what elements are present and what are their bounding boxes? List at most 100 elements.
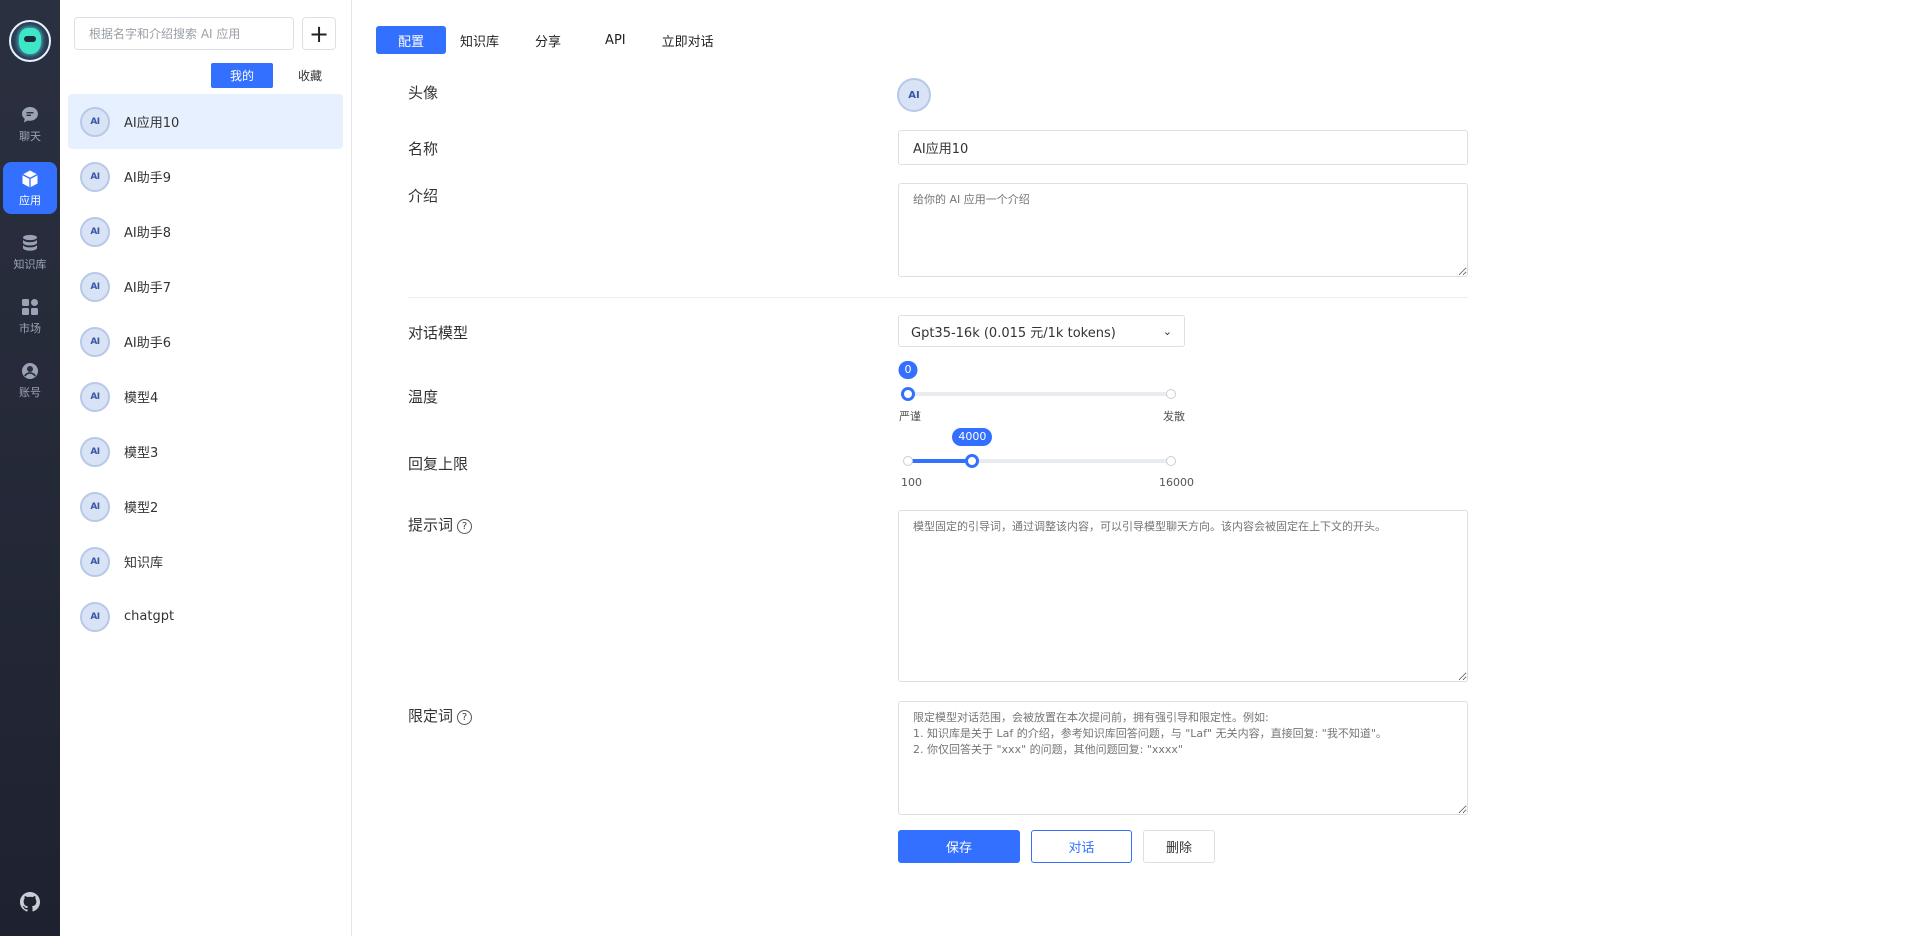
list-item[interactable]: AI 模型3 (68, 424, 343, 479)
model-label: 对话模型 (408, 324, 469, 342)
avatar: AI (80, 216, 110, 247)
avatar: AI (80, 491, 110, 522)
tab-mine[interactable]: 我的 (211, 63, 273, 88)
avatar: AI (80, 106, 110, 137)
app-name: chatgpt (124, 609, 175, 624)
database-icon (23, 234, 37, 251)
nav-label: 聊天 (19, 129, 41, 143)
divider (408, 297, 1468, 298)
app-name: AI助手8 (124, 226, 171, 241)
github-icon[interactable] (20, 892, 40, 912)
chat-icon (22, 106, 38, 122)
tab-share[interactable]: 分享 (513, 26, 583, 54)
slider-thumb[interactable] (901, 387, 915, 401)
avatar[interactable]: AI (897, 78, 931, 112)
app-logo[interactable] (9, 20, 51, 62)
app-name: AI助手7 (124, 281, 171, 296)
cube-icon (22, 170, 38, 187)
prompt-label-text: 提示词 (408, 516, 454, 534)
temperature-label: 温度 (408, 388, 439, 406)
nav-item-apps[interactable]: 应用 (3, 162, 57, 214)
list-filter-tabs: 我的 收藏 (60, 50, 351, 88)
avatar: AI (80, 601, 110, 632)
list-item[interactable]: AI 模型4 (68, 369, 343, 424)
list-item[interactable]: AI 模型2 (68, 479, 343, 534)
nav-label: 市场 (19, 321, 41, 335)
tab-api[interactable]: API (583, 26, 648, 54)
avatar-label: 头像 (408, 84, 439, 102)
app-name: 模型4 (124, 391, 159, 406)
chat-button[interactable]: 对话 (1031, 830, 1132, 863)
nav-item-chat[interactable]: 聊天 (3, 98, 57, 150)
model-value: Gpt35-16k (0.015 元/1k tokens) (911, 325, 1116, 341)
tab-knowledge[interactable]: 知识库 (446, 26, 513, 54)
config-panel: 配置 知识库 分享 API 立即对话 头像 AI 名称 介绍 对话模型 Gpt3… (352, 0, 1920, 936)
nav-label: 账号 (19, 385, 41, 399)
tab-chat-now[interactable]: 立即对话 (648, 26, 728, 54)
top-tabs: 配置 知识库 分享 API 立即对话 (376, 26, 728, 54)
slider-max-dot (1166, 456, 1176, 466)
app-name: AI助手6 (124, 336, 171, 351)
app-name: 模型2 (124, 501, 159, 516)
left-nav: 聊天 应用 知识库 市场 账号 (0, 0, 60, 936)
grid-icon (22, 298, 38, 315)
save-button[interactable]: 保存 (898, 830, 1020, 863)
delete-button[interactable]: 删除 (1143, 830, 1215, 863)
add-app-button[interactable]: + (302, 17, 336, 50)
avatar: AI (80, 326, 110, 357)
prompt-label: 提示词? (408, 514, 473, 535)
reply-limit-label: 回复上限 (408, 455, 469, 473)
app-list: AI AI应用10 AI AI助手9 AI AI助手8 AI AI助手7 AI AI助手6… (60, 94, 351, 644)
list-item[interactable]: AI AI应用10 (68, 94, 343, 149)
nav-item-market[interactable]: 市场 (3, 290, 57, 342)
user-icon (22, 362, 38, 379)
slider-thumb[interactable] (965, 454, 980, 468)
slider-value-bubble: 0 (898, 361, 918, 379)
slider-value-bubble: 4000 (952, 428, 993, 446)
avatar: AI (80, 546, 110, 577)
nav-item-knowledge[interactable]: 知识库 (3, 226, 57, 278)
list-item[interactable]: AI chatgpt (68, 589, 343, 644)
reply-limit-slider[interactable]: 4000 (903, 428, 1176, 468)
app-root: 聊天 应用 知识库 市场 账号 + 我的 收藏 AIAI应用1 (0, 0, 1920, 936)
temperature-slider[interactable]: 0 (898, 361, 1176, 401)
search-row: + (60, 0, 351, 50)
tab-config[interactable]: 配置 (376, 26, 447, 54)
list-item[interactable]: AI 知识库 (68, 534, 343, 589)
list-item[interactable]: AI AI助手9 (68, 149, 343, 204)
intro-field[interactable] (898, 183, 1468, 277)
avatar: AI (80, 161, 110, 192)
limit-words-label-text: 限定词 (408, 707, 454, 725)
list-item[interactable]: AI AI助手8 (68, 204, 343, 259)
nav-label: 知识库 (13, 257, 47, 271)
logo-icon (19, 28, 41, 54)
app-name: 知识库 (124, 556, 164, 571)
tab-favorites[interactable]: 收藏 (279, 63, 341, 88)
slider-fill (908, 459, 973, 463)
nav-item-account[interactable]: 账号 (3, 354, 57, 406)
model-select[interactable]: Gpt35-16k (0.015 元/1k tokens) ⌄ (898, 315, 1185, 347)
reply-limit-min: 100 (901, 476, 922, 489)
avatar: AI (80, 271, 110, 302)
limit-words-label: 限定词? (408, 705, 473, 726)
help-icon[interactable]: ? (457, 710, 473, 725)
intro-label: 介绍 (408, 187, 439, 205)
name-field[interactable] (898, 130, 1468, 165)
avatar: AI (80, 436, 110, 467)
search-input[interactable] (74, 17, 294, 50)
temperature-max-label: 发散 (1163, 410, 1185, 423)
nav-label: 应用 (19, 193, 41, 207)
slider-min-dot (903, 456, 913, 466)
temperature-min-label: 严谨 (899, 410, 921, 423)
prompt-field[interactable] (898, 510, 1468, 682)
slider-max-dot (1166, 389, 1176, 399)
limit-words-field[interactable] (898, 701, 1468, 815)
app-name: AI应用10 (124, 116, 180, 131)
list-item[interactable]: AI AI助手7 (68, 259, 343, 314)
help-icon[interactable]: ? (457, 519, 473, 534)
app-name: 模型3 (124, 446, 159, 461)
reply-limit-max: 16000 (1159, 476, 1194, 489)
list-item[interactable]: AI AI助手6 (68, 314, 343, 369)
chevron-down-icon: ⌄ (1162, 324, 1172, 338)
app-name: AI助手9 (124, 171, 171, 186)
